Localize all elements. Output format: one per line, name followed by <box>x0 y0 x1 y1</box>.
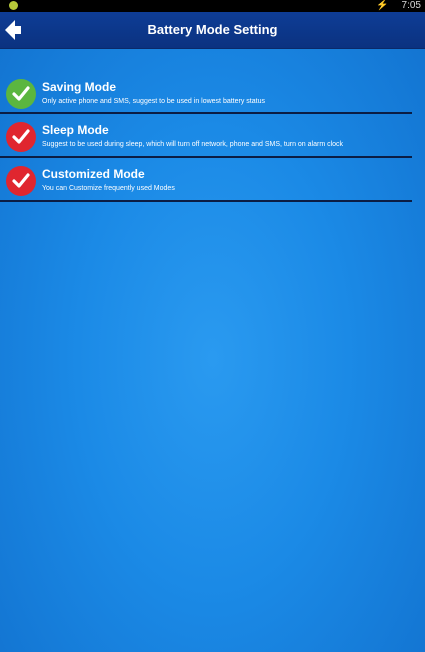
app-notification-icon <box>9 1 18 10</box>
mode-item-saving[interactable]: Saving Mode Only active phone and SMS, s… <box>0 72 412 114</box>
charging-icon: ⚡ <box>376 0 389 11</box>
mode-name: Saving Mode <box>42 80 117 94</box>
check-icon[interactable] <box>6 122 36 152</box>
page-title: Battery Mode Setting <box>147 22 278 37</box>
mode-description: Only active phone and SMS, suggest to be… <box>42 98 265 105</box>
mode-description: Suggest to be used during sleep, which w… <box>42 141 344 148</box>
mode-name: Customized Mode <box>42 167 145 181</box>
mode-name: Sleep Mode <box>42 123 109 137</box>
status-clock: 7:05 <box>401 0 421 11</box>
title-bar: Battery Mode Setting <box>0 12 425 48</box>
mode-description: You can Customize frequently used Modes <box>42 185 175 192</box>
check-icon[interactable] <box>6 166 36 196</box>
mode-item-sleep[interactable]: Sleep Mode Suggest to be used during sle… <box>0 115 412 158</box>
mode-list: Saving Mode Only active phone and SMS, s… <box>0 72 412 203</box>
mode-item-customized[interactable]: Customized Mode You can Customize freque… <box>0 159 412 202</box>
status-bar: ⚡ 7:05 <box>0 0 425 12</box>
check-icon[interactable] <box>6 79 36 109</box>
